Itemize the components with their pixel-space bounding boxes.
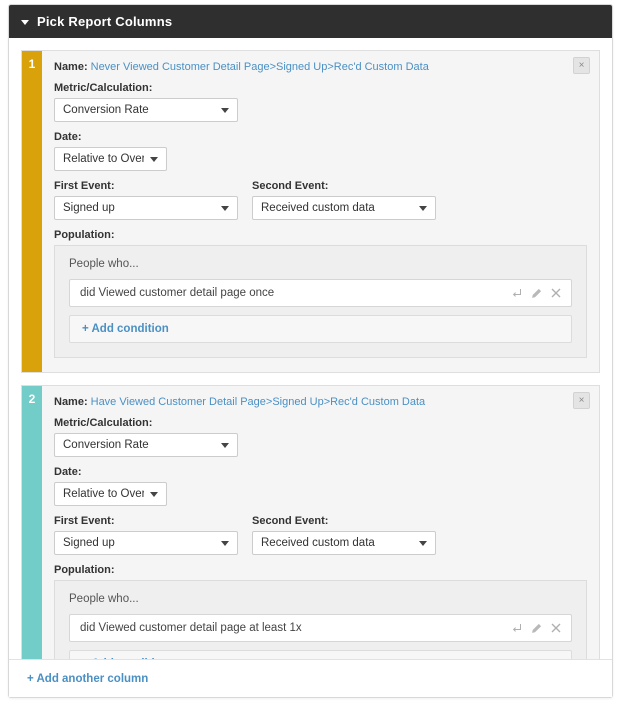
name-label: Name: xyxy=(54,396,88,408)
first-event-select[interactable]: Signed up xyxy=(54,196,238,220)
chevron-down-icon xyxy=(221,107,229,113)
people-who-label: People who... xyxy=(69,593,139,605)
chevron-down-icon xyxy=(221,442,229,448)
first-event-value: Signed up xyxy=(63,202,115,214)
column-card-body: × Name: Never Viewed Customer Detail Page… xyxy=(42,51,599,372)
columns-list: 1 × Name: Never Viewed Customer Detail Pa… xyxy=(9,38,612,659)
column-index: 1 xyxy=(28,57,36,71)
events-row: First Event: Signed up Second Event: Rec… xyxy=(54,515,587,555)
column-name-row: Name: Never Viewed Customer Detail Page>S… xyxy=(54,61,587,73)
second-event-select[interactable]: Received custom data xyxy=(252,531,436,555)
branch-icon[interactable] xyxy=(512,623,522,634)
add-condition-label: + Add condition xyxy=(82,658,169,659)
date-select[interactable]: Relative to Over Ti xyxy=(54,147,167,171)
metric-label: Metric/Calculation: xyxy=(54,417,153,429)
condition-actions xyxy=(512,288,561,299)
events-row: First Event: Signed up Second Event: Rec… xyxy=(54,180,587,220)
second-event-value: Received custom data xyxy=(261,202,375,214)
metric-select-value: Conversion Rate xyxy=(63,104,149,116)
panel-header: Pick Report Columns xyxy=(9,5,612,38)
metric-select[interactable]: Conversion Rate xyxy=(54,98,238,122)
date-select[interactable]: Relative to Over Ti xyxy=(54,482,167,506)
column-name-value[interactable]: Have Viewed Customer Detail Page>Signed … xyxy=(91,396,426,408)
page-title: Pick Report Columns xyxy=(37,14,173,29)
column-card-body: × Name: Have Viewed Customer Detail Page>… xyxy=(42,386,599,659)
population-box: People who... did Viewed customer detail… xyxy=(54,245,587,358)
chevron-down-icon xyxy=(221,540,229,546)
population-box: People who... did Viewed customer detail… xyxy=(54,580,587,659)
second-event-label: Second Event: xyxy=(252,515,329,527)
name-label: Name: xyxy=(54,61,88,73)
chevron-down-icon xyxy=(419,205,427,211)
add-condition-button[interactable]: + Add condition xyxy=(69,315,572,343)
condition-text: did Viewed customer detail page at least… xyxy=(80,622,302,634)
date-label: Date: xyxy=(54,466,82,478)
chevron-down-icon xyxy=(150,491,158,497)
metric-select[interactable]: Conversion Rate xyxy=(54,433,238,457)
first-event-group: First Event: Signed up xyxy=(54,515,238,555)
column-name-row: Name: Have Viewed Customer Detail Page>Si… xyxy=(54,396,587,408)
second-event-group: Second Event: Received custom data xyxy=(252,180,436,220)
first-event-label: First Event: xyxy=(54,180,115,192)
remove-column-button[interactable]: × xyxy=(573,392,590,409)
date-select-value: Relative to Over Ti xyxy=(63,488,144,500)
population-label: Population: xyxy=(54,229,115,241)
chevron-down-icon xyxy=(221,205,229,211)
column-card: 1 × Name: Never Viewed Customer Detail Pa… xyxy=(21,50,600,373)
column-accent-bar: 2 xyxy=(22,386,42,659)
pick-report-columns-screen: Pick Report Columns 1 × Name: Never Viewe… xyxy=(0,0,621,706)
caret-down-icon[interactable] xyxy=(21,19,29,25)
date-select-value: Relative to Over Ti xyxy=(63,153,144,165)
pencil-icon[interactable] xyxy=(531,623,542,634)
first-event-group: First Event: Signed up xyxy=(54,180,238,220)
column-accent-bar: 1 xyxy=(22,51,42,372)
first-event-select[interactable]: Signed up xyxy=(54,531,238,555)
condition-actions xyxy=(512,623,561,634)
branch-icon[interactable] xyxy=(512,288,522,299)
column-index: 2 xyxy=(28,392,36,406)
people-who-label: People who... xyxy=(69,258,139,270)
date-label: Date: xyxy=(54,131,82,143)
chevron-down-icon xyxy=(150,156,158,162)
metric-select-value: Conversion Rate xyxy=(63,439,149,451)
second-event-group: Second Event: Received custom data xyxy=(252,515,436,555)
second-event-value: Received custom data xyxy=(261,537,375,549)
condition-row[interactable]: did Viewed customer detail page once xyxy=(69,279,572,307)
chevron-down-icon xyxy=(419,540,427,546)
add-another-column-button[interactable]: + Add another column xyxy=(27,673,148,685)
column-card: 2 × Name: Have Viewed Customer Detail Pag… xyxy=(21,385,600,659)
pencil-icon[interactable] xyxy=(531,288,542,299)
population-label: Population: xyxy=(54,564,115,576)
close-icon[interactable] xyxy=(551,288,561,298)
condition-text: did Viewed customer detail page once xyxy=(80,287,275,299)
report-columns-panel: Pick Report Columns 1 × Name: Never Viewe… xyxy=(8,4,613,698)
panel-footer: + Add another column xyxy=(9,659,612,697)
second-event-label: Second Event: xyxy=(252,180,329,192)
metric-label: Metric/Calculation: xyxy=(54,82,153,94)
add-condition-label: + Add condition xyxy=(82,323,169,335)
first-event-label: First Event: xyxy=(54,515,115,527)
condition-row[interactable]: did Viewed customer detail page at least… xyxy=(69,614,572,642)
remove-column-button[interactable]: × xyxy=(573,57,590,74)
add-condition-button[interactable]: + Add condition xyxy=(69,650,572,659)
first-event-value: Signed up xyxy=(63,537,115,549)
close-icon[interactable] xyxy=(551,623,561,633)
column-name-value[interactable]: Never Viewed Customer Detail Page>Signed… xyxy=(91,61,429,73)
second-event-select[interactable]: Received custom data xyxy=(252,196,436,220)
